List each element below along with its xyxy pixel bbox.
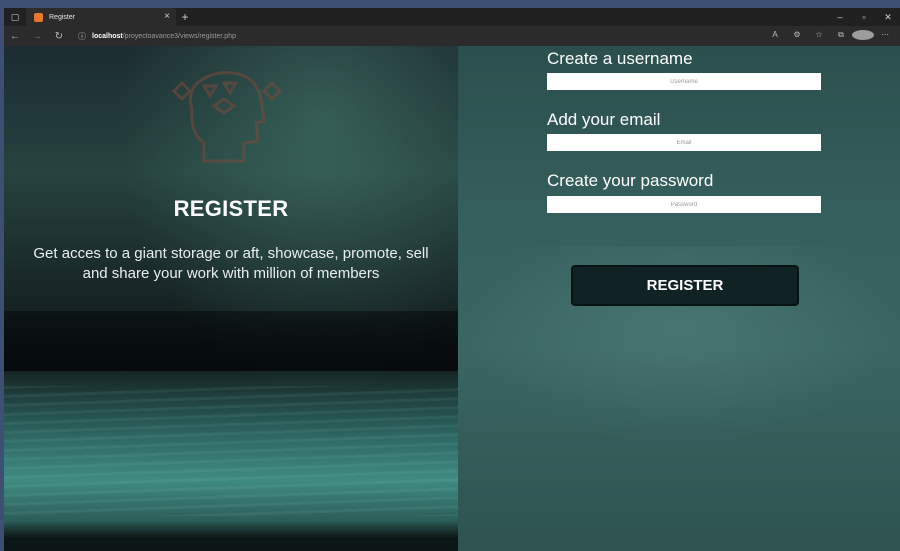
collections-icon[interactable]: ⧉: [830, 30, 852, 42]
foreground-trees: [4, 521, 458, 551]
back-arrow-icon[interactable]: ←: [4, 31, 26, 42]
browser-tab-register[interactable]: Register ×: [26, 8, 176, 26]
site-info-icon[interactable]: ⓘ: [78, 31, 86, 42]
minimize-button[interactable]: –: [828, 12, 852, 23]
hero-description: Get acces to a giant storage or aft, sho…: [33, 245, 429, 282]
hero-title: REGISTER: [173, 196, 289, 221]
read-aloud-icon[interactable]: A: [764, 30, 786, 42]
tab-actions-icon[interactable]: ▢: [4, 8, 26, 26]
brand-logo-icon: [171, 71, 283, 163]
username-label: Create a username: [547, 49, 693, 68]
more-menu-icon[interactable]: ⋯: [874, 30, 896, 42]
favorite-star-icon[interactable]: ☆: [808, 30, 830, 42]
email-label: Add your email: [547, 110, 661, 129]
close-window-button[interactable]: ✕: [876, 12, 900, 23]
password-label: Create your password: [547, 171, 714, 190]
tab-title: Register: [49, 13, 76, 21]
favicon-icon: [34, 12, 43, 22]
register-button[interactable]: REGISTER: [571, 265, 799, 306]
url-host: localhost: [92, 32, 123, 40]
register-form-panel: Create a username Add your email Create …: [458, 46, 900, 551]
new-tab-button[interactable]: +: [176, 8, 194, 26]
password-input[interactable]: [547, 196, 821, 213]
reload-icon[interactable]: ↻: [48, 31, 70, 42]
window-controls: – ▫ ✕: [828, 12, 900, 23]
restore-button[interactable]: ▫: [852, 12, 876, 23]
browser-toolbar: A ⚙ ☆ ⧉ ⋯: [764, 30, 896, 42]
forest-silhouette: [4, 311, 458, 371]
hero-panel: REGISTER Get acces to a giant storage or…: [4, 46, 458, 551]
tab-close-icon[interactable]: ×: [164, 11, 170, 22]
lake-reflection: [4, 386, 458, 516]
url-field[interactable]: ⓘ localhost /proyectoavance3/views/regis…: [78, 31, 764, 42]
profile-avatar[interactable]: [852, 30, 874, 42]
forward-arrow-icon[interactable]: →: [26, 31, 48, 42]
url-path: /proyectoavance3/views/register.php: [122, 32, 236, 40]
browser-address-bar: ← → ↻ ⓘ localhost /proyectoavance3/views…: [4, 26, 900, 46]
email-input[interactable]: [547, 134, 821, 151]
browser-tab-bar: ▢ Register × + – ▫ ✕: [4, 8, 900, 26]
extensions-icon[interactable]: ⚙: [786, 30, 808, 42]
username-input[interactable]: [547, 73, 821, 90]
page-viewport: REGISTER Get acces to a giant storage or…: [4, 46, 900, 551]
